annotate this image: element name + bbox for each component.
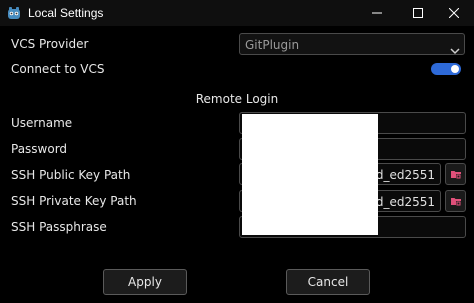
folder-icon — [450, 198, 461, 206]
connect-vcs-toggle[interactable] — [431, 63, 461, 75]
ssh-public-key-browse-button[interactable] — [445, 163, 466, 185]
ssh-private-key-value: \id_ed2551 — [368, 195, 435, 209]
chevron-down-icon — [450, 40, 460, 59]
vcs-provider-select[interactable]: GitPlugin — [239, 33, 465, 55]
window-title: Local Settings — [28, 6, 104, 20]
username-label: Username — [11, 116, 73, 130]
maximize-button[interactable] — [398, 0, 438, 26]
minimize-icon — [372, 12, 382, 14]
ssh-public-key-label: SSH Public Key Path — [11, 168, 131, 182]
ssh-private-key-label: SSH Private Key Path — [11, 194, 137, 208]
godot-app-icon — [6, 5, 22, 21]
maximize-icon — [413, 8, 423, 18]
vcs-provider-label: VCS Provider — [11, 37, 89, 51]
ssh-public-key-value: \id_ed2551 — [368, 168, 435, 182]
ssh-passphrase-label: SSH Passphrase — [11, 220, 107, 234]
folder-icon — [450, 171, 461, 179]
redaction-block — [242, 114, 378, 235]
minimize-button[interactable] — [357, 0, 397, 26]
close-icon — [449, 8, 459, 18]
local-settings-window: Local Settings VCS Provider GitPlugin Co… — [0, 0, 474, 303]
close-button[interactable] — [434, 0, 474, 26]
remote-login-heading: Remote Login — [195, 92, 279, 106]
cancel-button[interactable]: Cancel — [286, 269, 370, 295]
vcs-provider-value: GitPlugin — [245, 38, 300, 52]
toggle-knob — [451, 65, 459, 73]
apply-button[interactable]: Apply — [103, 269, 187, 295]
ssh-private-key-browse-button[interactable] — [445, 190, 466, 212]
title-bar[interactable]: Local Settings — [0, 0, 474, 26]
connect-vcs-label: Connect to VCS — [11, 62, 105, 76]
password-label: Password — [11, 142, 68, 156]
